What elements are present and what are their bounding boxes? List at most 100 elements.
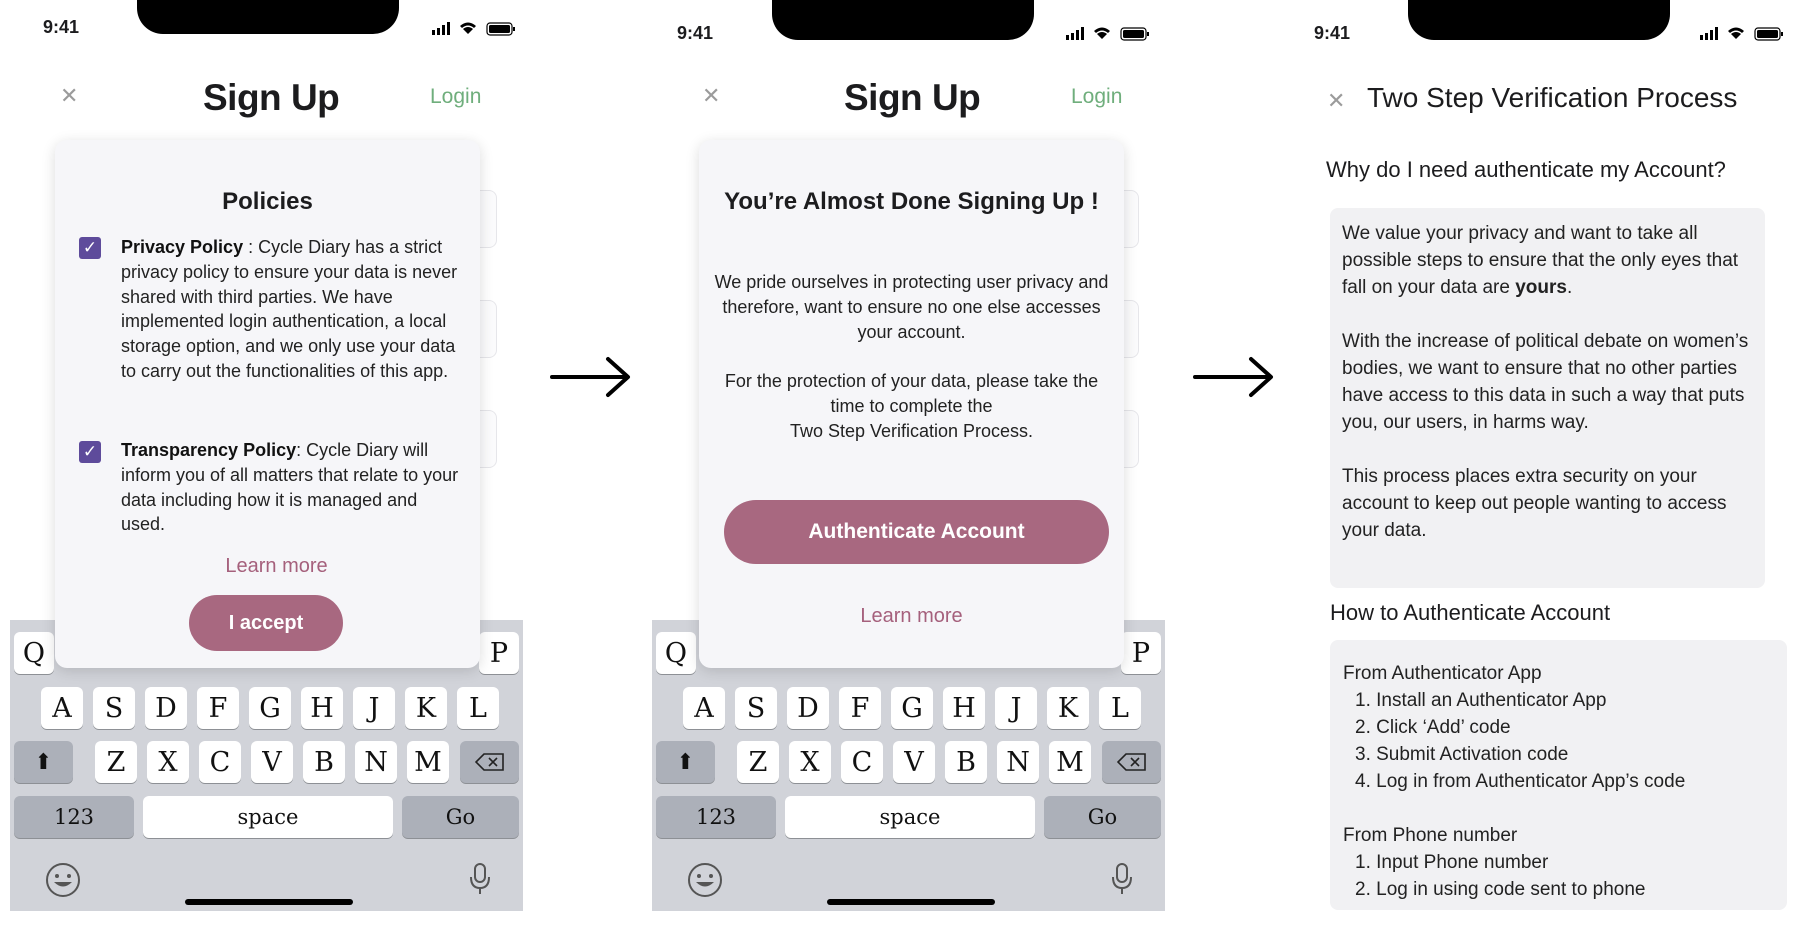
- key-q[interactable]: Q: [14, 632, 54, 674]
- shift-key[interactable]: ⬆: [14, 741, 73, 783]
- key-k[interactable]: K: [1047, 687, 1089, 729]
- key-n[interactable]: N: [997, 741, 1039, 783]
- go-key[interactable]: Go: [1044, 796, 1161, 838]
- list-item: 2. Click ‘Add’ code: [1355, 717, 1511, 738]
- political-debate-paragraph: With the increase of political debate on…: [1342, 331, 1749, 433]
- backspace-key[interactable]: [460, 741, 519, 783]
- key-d[interactable]: D: [145, 687, 187, 729]
- go-key[interactable]: Go: [402, 796, 519, 838]
- key-l[interactable]: L: [1099, 687, 1141, 729]
- list-item: 3. Submit Activation code: [1355, 744, 1569, 765]
- notch: [772, 0, 1034, 40]
- signal-wifi-battery-icon: [1066, 27, 1149, 41]
- authenticator-app-section: From Authenticator App 1. Install an Aut…: [1343, 660, 1774, 795]
- numbers-key[interactable]: 123: [14, 796, 134, 838]
- flow-arrow-icon: [550, 355, 632, 404]
- status-icons: [1698, 25, 1788, 46]
- key-a[interactable]: A: [41, 687, 83, 729]
- backspace-icon: [1116, 753, 1146, 771]
- key-l[interactable]: L: [457, 687, 499, 729]
- signup-policies-screen: 9:41 ✕ Sign Up Login Q P A S D F G H J K…: [0, 0, 540, 938]
- close-icon[interactable]: ✕: [1327, 90, 1345, 112]
- key-x[interactable]: X: [147, 741, 189, 783]
- key-c[interactable]: C: [199, 741, 241, 783]
- privacy-policy-text: Privacy Policy : Cycle Diary has a stric…: [121, 237, 458, 381]
- key-h[interactable]: H: [301, 687, 343, 729]
- space-key[interactable]: space: [785, 796, 1035, 838]
- authenticator-app-heading: From Authenticator App: [1343, 663, 1542, 684]
- key-b[interactable]: B: [945, 741, 987, 783]
- how-info-box: From Authenticator App 1. Install an Aut…: [1330, 640, 1787, 910]
- privacy-checkbox[interactable]: ✓: [79, 237, 101, 259]
- key-k[interactable]: K: [405, 687, 447, 729]
- flow-arrow-icon: [1193, 355, 1275, 404]
- learn-more-link[interactable]: Learn more: [699, 605, 1124, 628]
- phone-number-section: From Phone number 1. Input Phone number …: [1343, 822, 1774, 903]
- extra-security-paragraph: This process places extra security on yo…: [1342, 466, 1727, 541]
- modal-heading: Policies: [222, 188, 313, 215]
- key-x[interactable]: X: [789, 741, 831, 783]
- login-link[interactable]: Login: [430, 85, 481, 109]
- key-a[interactable]: A: [683, 687, 725, 729]
- key-g[interactable]: G: [891, 687, 933, 729]
- login-link[interactable]: Login: [1071, 85, 1122, 109]
- key-m[interactable]: M: [1049, 741, 1091, 783]
- emoji-icon[interactable]: [686, 861, 724, 904]
- notch: [1408, 0, 1670, 40]
- authenticate-account-button[interactable]: Authenticate Account: [724, 500, 1109, 564]
- two-step-verification-screen: 9:41 ✕ Two Step Verification Process Why…: [1275, 0, 1796, 938]
- key-q[interactable]: Q: [656, 632, 696, 674]
- emoji-icon[interactable]: [44, 861, 82, 904]
- status-icons: [430, 20, 520, 41]
- backspace-key[interactable]: [1102, 741, 1161, 783]
- signal-wifi-battery-icon: [1700, 27, 1783, 41]
- learn-more-link[interactable]: Learn more: [55, 555, 480, 578]
- key-c[interactable]: C: [841, 741, 883, 783]
- shift-key[interactable]: ⬆: [656, 741, 715, 783]
- key-d[interactable]: D: [787, 687, 829, 729]
- key-f[interactable]: F: [839, 687, 881, 729]
- key-j[interactable]: J: [995, 687, 1037, 729]
- phone-number-heading: From Phone number: [1343, 825, 1518, 846]
- key-b[interactable]: B: [303, 741, 345, 783]
- key-p[interactable]: P: [1121, 632, 1161, 674]
- numbers-key[interactable]: 123: [656, 796, 776, 838]
- key-j[interactable]: J: [353, 687, 395, 729]
- status-time: 9:41: [677, 23, 714, 43]
- key-s[interactable]: S: [735, 687, 777, 729]
- list-item: 1. Install an Authenticator App: [1355, 690, 1607, 711]
- how-heading: How to Authenticate Account: [1330, 600, 1611, 625]
- key-s[interactable]: S: [93, 687, 135, 729]
- microphone-icon[interactable]: [468, 862, 492, 901]
- list-item: 2. Log in using code sent to phone: [1355, 879, 1646, 900]
- transparency-checkbox[interactable]: ✓: [79, 441, 101, 463]
- microphone-icon[interactable]: [1110, 862, 1134, 901]
- why-info-box: We value your privacy and want to take a…: [1330, 208, 1765, 588]
- key-g[interactable]: G: [249, 687, 291, 729]
- signup-almost-done-screen: 9:41 ✕ Sign Up Login Q P A S D F G H J K…: [642, 0, 1182, 938]
- space-key[interactable]: space: [143, 796, 393, 838]
- privacy-paragraph: We value your privacy and want to take a…: [1342, 223, 1739, 298]
- key-v[interactable]: V: [251, 741, 293, 783]
- key-h[interactable]: H: [943, 687, 985, 729]
- privacy-paragraph: We pride ourselves in protecting user pr…: [714, 272, 1109, 342]
- key-f[interactable]: F: [197, 687, 239, 729]
- close-icon[interactable]: ✕: [60, 85, 78, 107]
- list-item: 4. Log in from Authenticator App’s code: [1355, 771, 1686, 792]
- key-v[interactable]: V: [893, 741, 935, 783]
- accept-button[interactable]: I accept: [189, 595, 343, 651]
- protection-paragraph: For the protection of your data, please …: [724, 371, 1099, 441]
- home-indicator: [185, 899, 353, 905]
- status-time: 9:41: [43, 17, 80, 37]
- page-title: Sign Up: [203, 77, 340, 118]
- page-title: Sign Up: [844, 77, 981, 118]
- key-m[interactable]: M: [407, 741, 449, 783]
- close-icon[interactable]: ✕: [702, 85, 720, 107]
- status-icons: [1064, 25, 1154, 46]
- key-p[interactable]: P: [479, 632, 519, 674]
- key-z[interactable]: Z: [95, 741, 137, 783]
- modal-heading: You’re Almost Done Signing Up !: [724, 188, 1099, 215]
- key-z[interactable]: Z: [737, 741, 779, 783]
- policies-modal: Policies ✓ Privacy Policy : Cycle Diary …: [55, 140, 480, 668]
- key-n[interactable]: N: [355, 741, 397, 783]
